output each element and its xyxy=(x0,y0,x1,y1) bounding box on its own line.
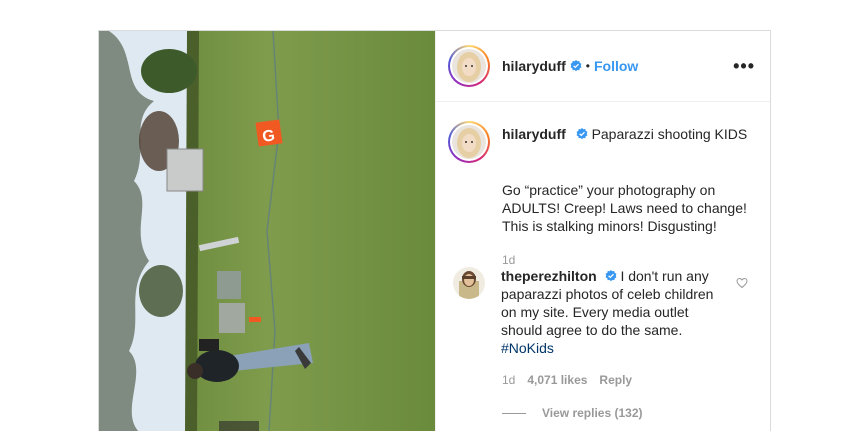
comment-hashtag-link[interactable]: #NoKids xyxy=(501,340,554,356)
verified-badge-icon xyxy=(605,270,616,282)
caption-timestamp[interactable]: 1d xyxy=(502,253,758,267)
comment-timestamp[interactable]: 1d xyxy=(502,373,515,387)
heart-outline-icon[interactable] xyxy=(736,277,748,289)
post-side-panel: hilaryduff • Follow ••• hilaryduff Papar… xyxy=(435,31,770,431)
svg-text:G: G xyxy=(261,127,276,146)
verified-badge-icon xyxy=(570,60,582,72)
caption-username[interactable]: hilaryduff xyxy=(502,126,566,142)
comment-item: theperezhilton I don't run any paparazzi… xyxy=(448,267,762,387)
author-username[interactable]: hilaryduff xyxy=(502,58,566,74)
verified-badge-icon xyxy=(576,128,588,140)
comment-meta: 1d 4,071 likes Reply xyxy=(502,373,762,387)
caption-body: Go “practice” your photography on ADULTS… xyxy=(502,182,747,234)
author-avatar[interactable] xyxy=(448,45,490,87)
post-caption: hilaryduff Paparazzi shooting KIDS Go “p… xyxy=(448,121,758,267)
reply-button[interactable]: Reply xyxy=(599,373,632,387)
post-video[interactable]: G xyxy=(99,31,435,431)
author-avatar-image xyxy=(452,49,486,83)
caption-headline: Paparazzi shooting KIDS xyxy=(591,126,748,142)
follow-button[interactable]: Follow xyxy=(594,58,638,74)
view-replies-label[interactable]: View replies (132) xyxy=(542,406,643,420)
caption-avatar-image xyxy=(452,125,486,159)
commenter-username[interactable]: theperezhilton xyxy=(501,268,597,284)
view-replies-divider xyxy=(502,412,526,414)
comment-likes-count[interactable]: 4,071 likes xyxy=(527,373,587,387)
more-options-icon[interactable]: ••• xyxy=(733,56,755,77)
video-frame: G xyxy=(99,31,435,431)
commenter-avatar[interactable] xyxy=(453,267,485,299)
view-replies-button[interactable]: View replies (132) xyxy=(502,406,643,420)
caption-avatar[interactable] xyxy=(448,121,490,163)
instagram-post: G hilaryduff • Follow ••• hilaryduff Pap… xyxy=(98,30,771,431)
separator-dot: • xyxy=(585,59,590,73)
post-header: hilaryduff • Follow ••• xyxy=(436,31,770,102)
